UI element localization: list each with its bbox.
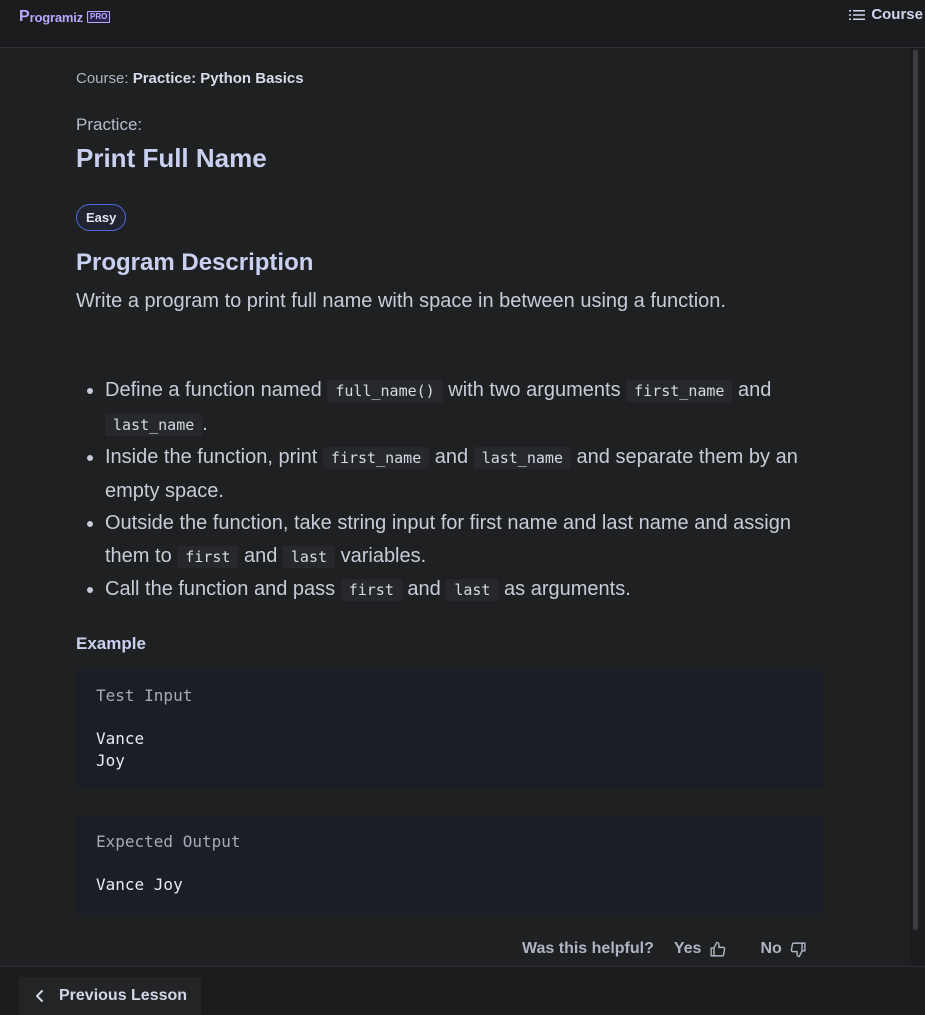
pro-badge: PRO	[86, 11, 111, 23]
inline-code: first_name	[322, 447, 430, 469]
expected-output-label: Expected Output	[96, 832, 241, 851]
breadcrumb: Course: Practice: Python Basics	[76, 70, 304, 87]
course-menu-button[interactable]: Course	[849, 6, 923, 23]
scrollbar-thumb[interactable]	[913, 50, 918, 930]
requirements-list: Define a function named full_name() with…	[76, 374, 825, 607]
expected-output-value: Vance Joy	[96, 875, 183, 894]
logo-text: rogramiz	[29, 9, 84, 25]
item-text: Define a function named	[105, 379, 328, 401]
chevron-left-icon	[36, 990, 43, 1002]
item-text: as arguments.	[498, 578, 631, 600]
thumbs-up-icon	[710, 941, 726, 957]
feedback-no-label: No	[760, 940, 782, 957]
scrollbar[interactable]	[910, 48, 925, 966]
item-text: and	[429, 446, 474, 468]
feedback-question: Was this helpful?	[522, 940, 654, 957]
program-description-text: Write a program to print full name with …	[76, 290, 726, 312]
inline-code: last	[446, 579, 499, 601]
inline-code: last_name	[473, 447, 571, 469]
lesson-kicker: Practice:	[76, 115, 143, 134]
item-text: variables.	[335, 544, 427, 567]
item-text: and	[732, 379, 772, 401]
item-text: .	[202, 412, 208, 435]
feedback-bar: Was this helpful? Yes No	[522, 940, 807, 958]
feedback-no-button[interactable]: No	[760, 940, 806, 958]
program-description-heading: Program Description	[76, 249, 314, 276]
bottom-bar: Previous Lesson	[0, 966, 925, 1015]
example-heading: Example	[76, 634, 146, 653]
inline-code: last	[282, 545, 336, 568]
inline-code: first	[177, 545, 239, 568]
previous-lesson-button[interactable]: Previous Lesson	[19, 977, 201, 1015]
list-menu-icon	[849, 9, 866, 20]
list-item: Inside the function, print first_name an…	[105, 441, 825, 507]
course-menu-label: Course	[871, 6, 923, 23]
test-input-box: Test Input Vance Joy	[76, 670, 823, 788]
item-text: and	[401, 578, 447, 600]
inline-code: first	[340, 579, 402, 601]
breadcrumb-course-link[interactable]: Practice: Python Basics	[133, 70, 304, 87]
programiz-logo[interactable]: P rogramiz PRO	[19, 6, 111, 28]
test-input-label: Test Input	[96, 686, 193, 705]
expected-output-box: Expected Output Vance Joy	[76, 816, 823, 914]
item-text: Call the function and pass	[105, 578, 341, 600]
feedback-yes-button[interactable]: Yes	[674, 940, 727, 958]
logo-p: P	[19, 8, 30, 25]
breadcrumb-prefix: Course:	[76, 70, 133, 87]
page-title: Print Full Name	[76, 143, 267, 173]
feedback-yes-label: Yes	[673, 940, 702, 957]
list-item: Outside the function, take string input …	[105, 507, 825, 573]
list-item: Call the function and pass first and las…	[105, 573, 825, 607]
thumbs-down-icon	[790, 941, 806, 957]
inline-code: last_name	[105, 413, 203, 436]
inline-code: first_name	[626, 380, 733, 402]
inline-code: full_name()	[327, 380, 443, 402]
item-text: Inside the function, print	[105, 446, 323, 468]
item-text: with two arguments	[442, 379, 627, 401]
item-text: and	[238, 544, 283, 567]
list-item: Define a function named full_name() with…	[105, 374, 825, 441]
previous-lesson-label: Previous Lesson	[59, 987, 188, 1004]
top-bar: P rogramiz PRO Course	[0, 0, 925, 48]
difficulty-badge: Easy	[76, 204, 127, 231]
test-input-value: Vance Joy	[96, 729, 145, 770]
